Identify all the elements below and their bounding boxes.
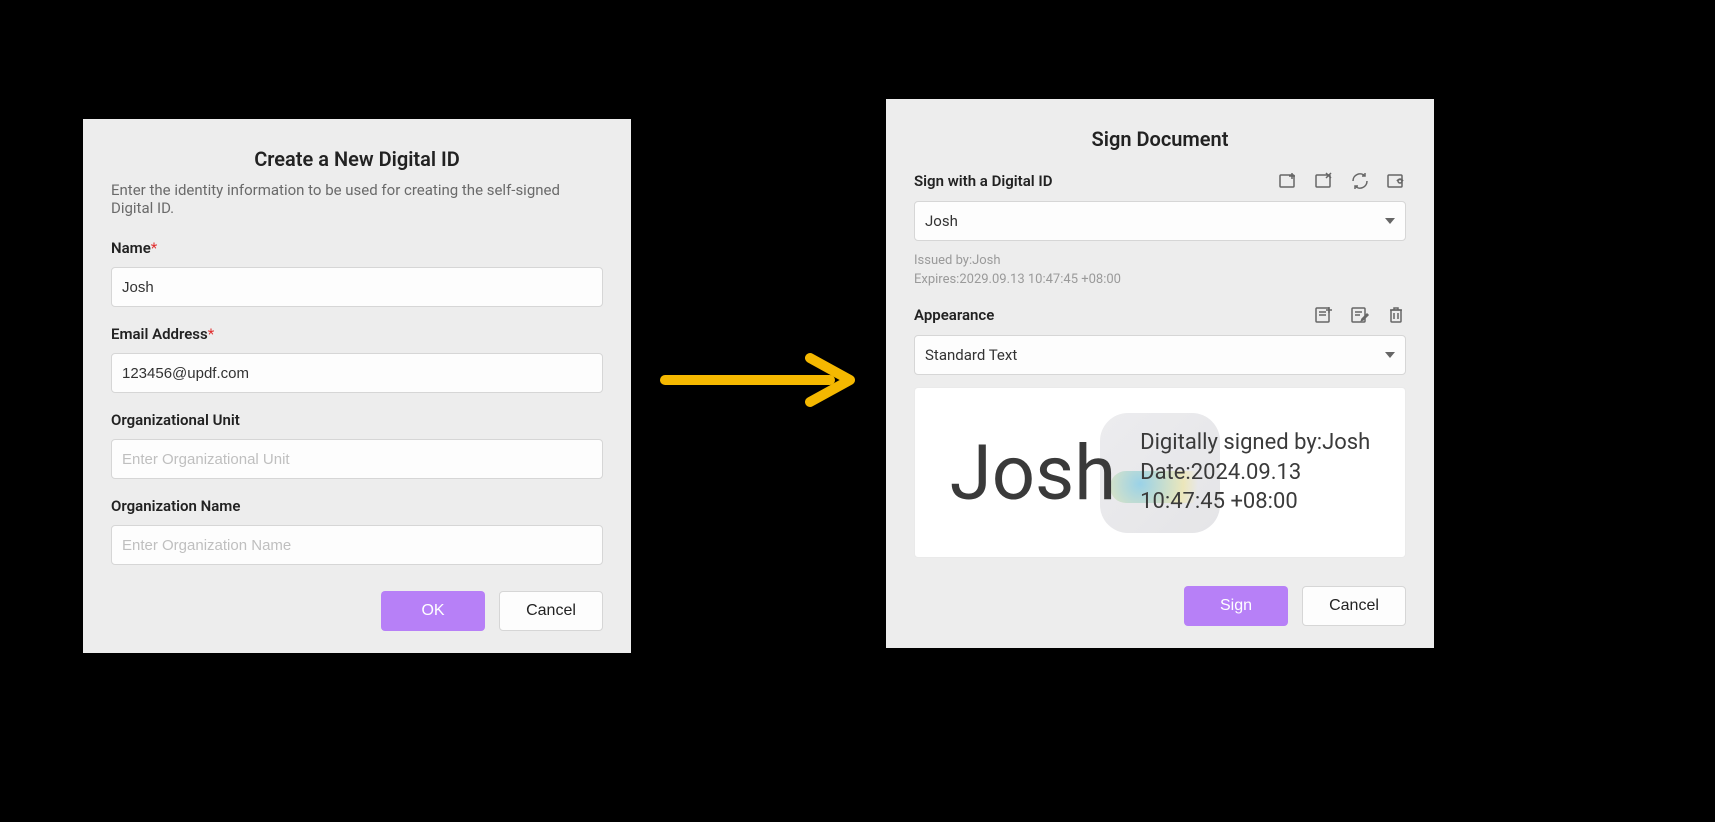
edit-appearance-icon[interactable] <box>1350 305 1370 325</box>
view-id-icon[interactable] <box>1386 171 1406 191</box>
issued-by-text: Issued by:Josh <box>914 253 1406 268</box>
cancel-button[interactable]: Cancel <box>1302 586 1406 626</box>
appearance-label: Appearance <box>914 306 994 324</box>
signature-details: Digitally signed by:Josh Date:2024.09.13… <box>1140 428 1370 517</box>
add-appearance-icon[interactable] <box>1314 305 1334 325</box>
sign-button[interactable]: Sign <box>1184 586 1288 626</box>
arrow-icon <box>660 350 860 410</box>
org-unit-field[interactable] <box>111 439 603 479</box>
id-icon-group <box>1278 171 1406 191</box>
email-field[interactable] <box>111 353 603 393</box>
dialog-title: Sign Document <box>914 127 1406 151</box>
org-name-field[interactable] <box>111 525 603 565</box>
cancel-button[interactable]: Cancel <box>499 591 603 631</box>
name-field[interactable] <box>111 267 603 307</box>
button-row: Sign Cancel <box>914 586 1406 626</box>
digital-id-selected: Josh <box>925 212 958 230</box>
appearance-select[interactable]: Standard Text <box>914 335 1406 375</box>
org-unit-label: Organizational Unit <box>111 411 603 429</box>
email-label: Email Address* <box>111 325 603 343</box>
ok-button[interactable]: OK <box>381 591 485 631</box>
name-label: Name* <box>111 239 603 257</box>
digital-id-select[interactable]: Josh <box>914 201 1406 241</box>
chevron-down-icon <box>1385 352 1395 358</box>
refresh-icon[interactable] <box>1350 171 1370 191</box>
appearance-selected: Standard Text <box>925 346 1017 364</box>
sign-document-dialog: Sign Document Sign with a Digital ID Jos… <box>886 99 1434 648</box>
dialog-title: Create a New Digital ID <box>111 147 603 171</box>
signature-preview: Josh Digitally signed by:Josh Date:2024.… <box>914 387 1406 558</box>
signature-name: Josh <box>950 435 1116 511</box>
sign-with-label: Sign with a Digital ID <box>914 172 1053 190</box>
org-name-label: Organization Name <box>111 497 603 515</box>
dialog-subtitle: Enter the identity information to be use… <box>111 181 603 217</box>
add-id-icon[interactable] <box>1278 171 1298 191</box>
appearance-icon-group <box>1314 305 1406 325</box>
create-digital-id-dialog: Create a New Digital ID Enter the identi… <box>83 119 631 653</box>
button-row: OK Cancel <box>111 591 603 631</box>
expires-text: Expires:2029.09.13 10:47:45 +08:00 <box>914 272 1406 287</box>
delete-appearance-icon[interactable] <box>1386 305 1406 325</box>
chevron-down-icon <box>1385 218 1395 224</box>
import-id-icon[interactable] <box>1314 171 1334 191</box>
